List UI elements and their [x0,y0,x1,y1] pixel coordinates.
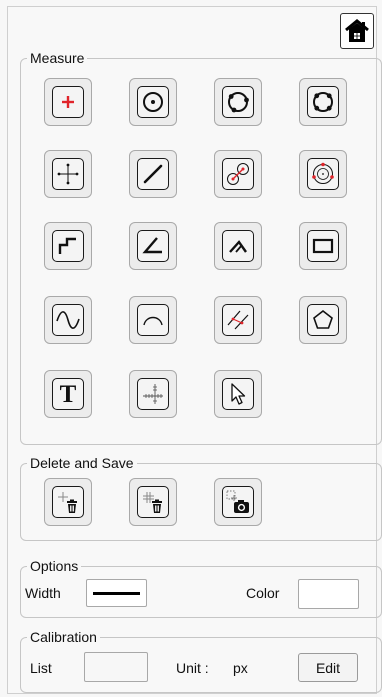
text-tool[interactable]: T [44,370,92,418]
point-icon [62,96,74,108]
width-selector[interactable] [86,579,147,607]
circle-4point-icon [313,92,333,112]
home-icon [345,19,369,42]
circle-fit-tool[interactable] [299,150,347,198]
screenshot-tool[interactable] [214,478,262,526]
circle-4point-tool[interactable] [299,78,347,126]
angle-3point-tool[interactable] [214,222,262,270]
color-selector[interactable] [298,579,359,609]
list-label: List [30,660,52,676]
delete-last-tool[interactable] [44,478,92,526]
polygon-icon [313,309,333,329]
point-tool[interactable] [44,78,92,126]
calibration-title: Calibration [30,629,97,645]
circle-center-tool[interactable] [129,78,177,126]
home-button[interactable] [340,13,374,49]
crosshair-tool[interactable] [44,150,92,198]
parallel-lines-icon [227,310,249,330]
delete-save-title: Delete and Save [30,455,134,471]
circle-distance-tool[interactable] [214,150,262,198]
text-icon: T [59,380,77,408]
parallel-lines-tool[interactable] [214,296,262,344]
rectangle-icon [312,238,334,254]
angle-icon [142,237,162,254]
delete-last-icon [58,492,77,513]
line-icon [143,164,163,184]
unit-label: Unit : [176,660,209,676]
circle-distance-icon [227,163,249,185]
cursor-icon [231,383,246,405]
step-icon [58,237,76,254]
arc-tool[interactable] [129,296,177,344]
measure-title: Measure [30,50,85,66]
cursor-tool[interactable] [214,370,262,418]
edit-button-label: Edit [315,659,341,676]
circle-3point-tool[interactable] [214,78,262,126]
width-line-preview [93,592,140,595]
ruler-icon [143,384,163,404]
angle-tool[interactable] [129,222,177,270]
rectangle-tool[interactable] [299,222,347,270]
delete-all-icon [143,492,162,513]
arc-icon [143,316,163,326]
ruler-tool[interactable] [129,370,177,418]
calibration-list-select[interactable] [84,652,148,682]
angle-3point-icon [229,240,247,253]
width-label: Width [25,585,61,601]
screenshot-icon [226,490,249,513]
delete-all-tool[interactable] [129,478,177,526]
edit-button[interactable]: Edit [298,653,358,682]
line-tool[interactable] [129,150,177,198]
crosshair-icon [57,163,79,185]
sine-curve-icon [56,311,80,329]
options-title: Options [30,558,79,574]
unit-value: px [233,660,248,676]
sine-curve-tool[interactable] [44,296,92,344]
color-label: Color [246,585,280,601]
step-tool[interactable] [44,222,92,270]
circle-fit-icon [312,162,334,184]
circle-3point-icon [228,92,249,113]
circle-center-icon [143,92,163,112]
polygon-tool[interactable] [299,296,347,344]
